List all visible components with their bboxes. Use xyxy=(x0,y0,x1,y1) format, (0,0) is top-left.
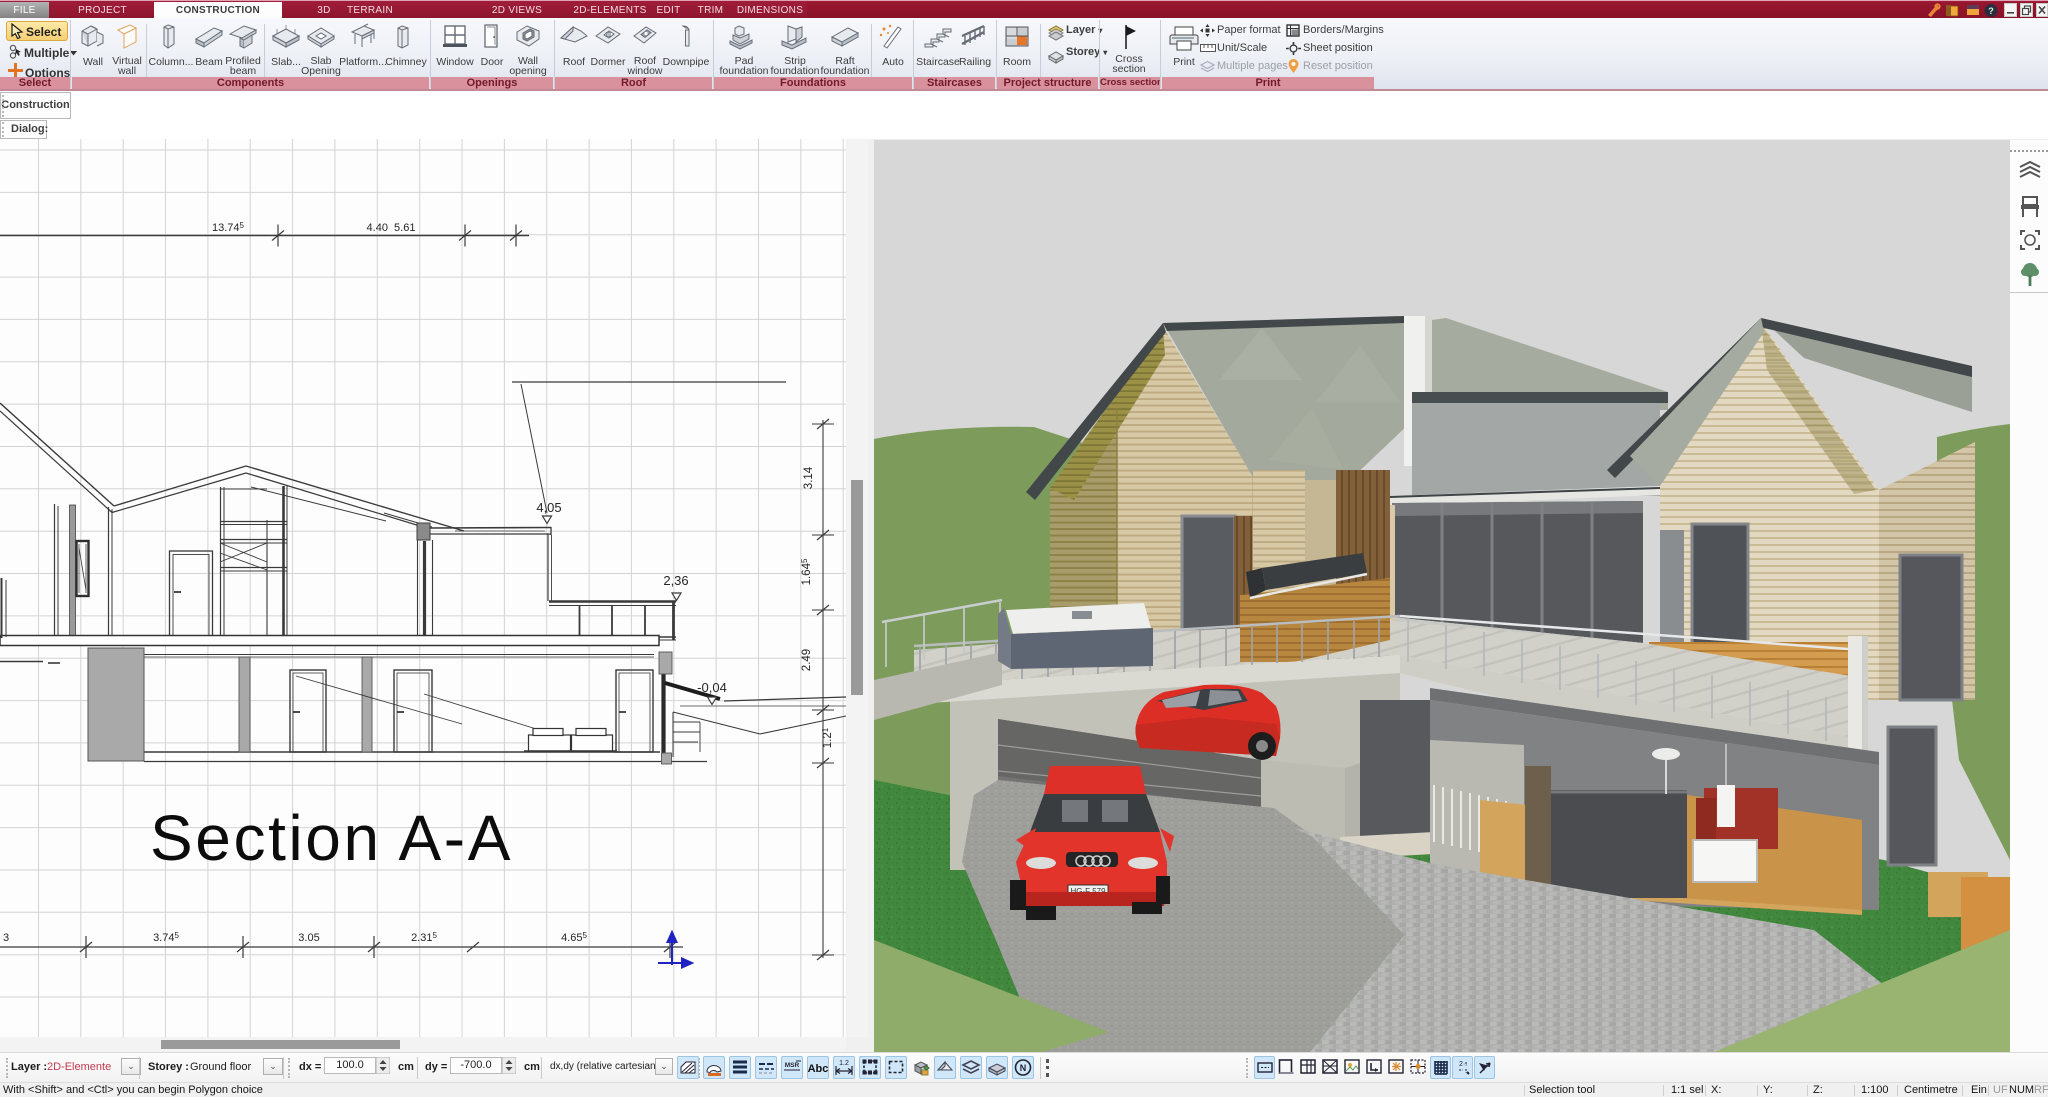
svg-text:Section A-A: Section A-A xyxy=(150,802,513,874)
svg-text:4.40 5.61: 4.40 5.61 xyxy=(367,222,416,234)
svg-text:3: 3 xyxy=(3,932,9,944)
svg-text:4,05: 4,05 xyxy=(536,500,561,515)
svg-text:MSR: MSR xyxy=(785,1062,800,1069)
svg-text:-0,04: -0,04 xyxy=(697,680,727,695)
svg-text:?: ? xyxy=(1988,6,1994,16)
svg-text:1.2: 1.2 xyxy=(839,1060,849,1067)
svg-text:Abc: Abc xyxy=(808,1063,828,1075)
svg-text:N: N xyxy=(1020,1063,1027,1073)
svg-text:2,36: 2,36 xyxy=(663,573,688,588)
svg-text:2.49: 2.49 xyxy=(801,649,813,671)
svg-text:3.14: 3.14 xyxy=(803,466,815,489)
svg-text:3.05: 3.05 xyxy=(298,932,319,944)
